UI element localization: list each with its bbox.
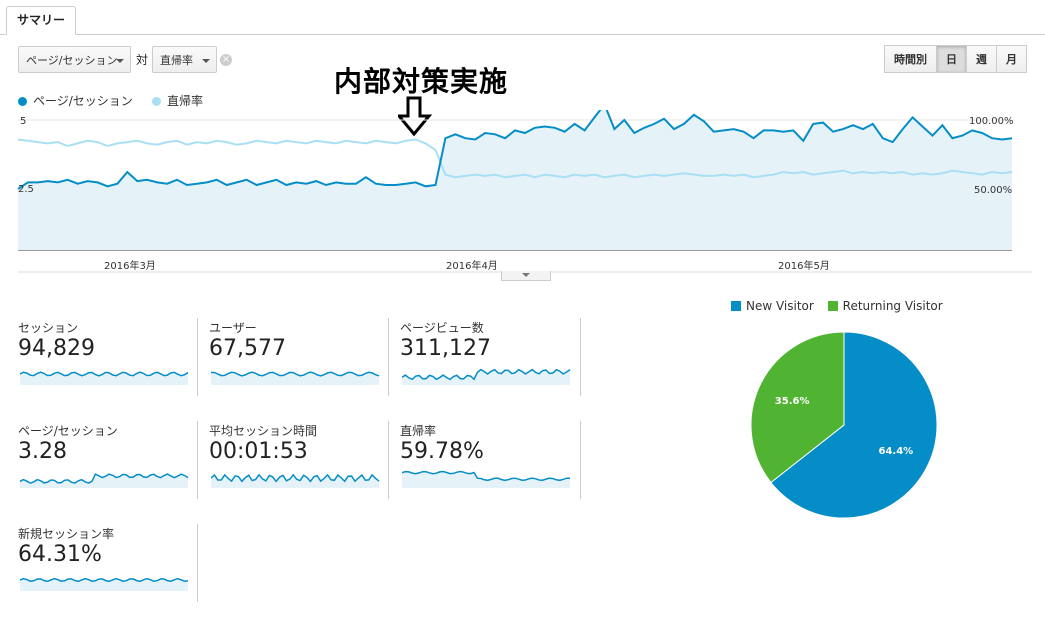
divider bbox=[197, 524, 198, 602]
tab-bar: サマリー bbox=[0, 0, 1045, 35]
divider bbox=[197, 318, 198, 396]
legend-swatch-icon bbox=[731, 301, 741, 311]
granularity-day-button[interactable]: 日 bbox=[936, 45, 967, 73]
divider bbox=[388, 318, 389, 396]
divider bbox=[388, 421, 389, 499]
right-axis-tick: 100.00% bbox=[969, 116, 1014, 127]
divider bbox=[197, 421, 198, 499]
x-axis-date-label: 2016年3月 bbox=[104, 261, 156, 272]
metric-tile-users[interactable]: ユーザー 67,577 bbox=[209, 319, 387, 399]
x-axis-date-label: 2016年5月 bbox=[778, 261, 830, 272]
bounce-rate-sparkline bbox=[402, 470, 571, 488]
users-sparkline bbox=[211, 371, 380, 385]
clear-icon[interactable]: × bbox=[220, 54, 232, 66]
legend-dot-icon bbox=[152, 97, 161, 106]
primary-metric-label: ページ/セッション bbox=[26, 54, 118, 67]
metric-tile-avg-session-duration[interactable]: 平均セッション時間 00:01:53 bbox=[209, 422, 387, 502]
legend-label: New Visitor bbox=[746, 299, 814, 313]
granularity-week-button[interactable]: 週 bbox=[966, 45, 997, 73]
legend-label: ページ/セッション bbox=[33, 94, 133, 108]
metric-label: 新規セッション率 bbox=[18, 527, 115, 541]
secondary-metric-label: 直帰率 bbox=[160, 54, 193, 67]
legend-label: 直帰率 bbox=[167, 94, 204, 108]
versus-label: 対 bbox=[136, 53, 149, 67]
metric-value: 67,577 bbox=[209, 336, 286, 361]
x-axis-date-label: 2016年4月 bbox=[446, 261, 498, 272]
divider bbox=[580, 318, 581, 396]
metric-value: 3.28 bbox=[18, 439, 67, 464]
sessions-sparkline bbox=[20, 371, 189, 385]
granularity-toggle: 時間別 日 週 月 bbox=[884, 45, 1027, 73]
metric-tile-pages-per-session[interactable]: ページ/セッション 3.28 bbox=[18, 422, 196, 502]
metric-label: セッション bbox=[18, 321, 79, 335]
pie-slice-label: 64.4% bbox=[879, 446, 914, 457]
metric-value: 311,127 bbox=[400, 336, 491, 361]
pie-slice-label: 35.6% bbox=[775, 396, 810, 407]
metric-value: 59.78% bbox=[400, 439, 484, 464]
chevron-down-icon bbox=[202, 59, 210, 63]
tab-summary[interactable]: サマリー bbox=[6, 6, 77, 35]
metric-label: 直帰率 bbox=[400, 424, 437, 438]
legend-item-new-visitor[interactable]: New Visitor bbox=[731, 299, 814, 313]
metric-value: 00:01:53 bbox=[209, 439, 308, 464]
legend-item-pages-per-session[interactable]: ページ/セッション bbox=[18, 92, 133, 109]
legend-swatch-icon bbox=[827, 301, 838, 311]
visitor-pie-chart[interactable]: 64.4% 35.6% bbox=[746, 327, 942, 523]
main-line-chart[interactable] bbox=[0, 110, 1045, 275]
chart-resize-handle[interactable] bbox=[501, 271, 551, 281]
metric-label: ページビュー数 bbox=[400, 321, 484, 335]
secondary-metric-select[interactable]: 直帰率 bbox=[152, 46, 217, 73]
pageviews-sparkline bbox=[402, 368, 571, 385]
pie-legend: New Visitor Returning Visitor bbox=[731, 299, 943, 313]
legend-item-returning-visitor[interactable]: Returning Visitor bbox=[827, 299, 943, 313]
pages-per-session-sparkline bbox=[20, 473, 189, 488]
legend-label: Returning Visitor bbox=[842, 299, 943, 313]
chevron-down-icon bbox=[116, 59, 124, 63]
primary-metric-select[interactable]: ページ/セッション bbox=[18, 46, 131, 73]
granularity-hourly-button[interactable]: 時間別 bbox=[884, 45, 937, 73]
avg-session-duration-sparkline bbox=[211, 473, 380, 488]
legend-dot-icon bbox=[18, 97, 27, 106]
metric-label: ユーザー bbox=[209, 321, 257, 335]
legend-item-bounce-rate[interactable]: 直帰率 bbox=[152, 92, 203, 109]
metric-label: ページ/セッション bbox=[18, 424, 118, 438]
metric-value: 94,829 bbox=[18, 336, 95, 361]
metric-value: 64.31% bbox=[18, 542, 102, 567]
left-axis-tick: 2.5 bbox=[18, 184, 34, 195]
metric-tile-bounce-rate[interactable]: 直帰率 59.78% bbox=[400, 422, 578, 502]
metric-tile-sessions[interactable]: セッション 94,829 bbox=[18, 319, 196, 399]
divider bbox=[580, 421, 581, 499]
left-axis-tick: 5 bbox=[20, 116, 27, 127]
metric-tile-pageviews[interactable]: ページビュー数 311,127 bbox=[400, 319, 578, 399]
annotation-text: 内部対策実施 bbox=[334, 65, 509, 98]
granularity-month-button[interactable]: 月 bbox=[996, 45, 1027, 73]
right-axis-tick: 50.00% bbox=[974, 185, 1013, 196]
new-session-rate-sparkline bbox=[20, 577, 189, 591]
metric-tile-new-session-rate[interactable]: 新規セッション率 64.31% bbox=[18, 525, 196, 605]
metric-label: 平均セッション時間 bbox=[209, 424, 318, 438]
